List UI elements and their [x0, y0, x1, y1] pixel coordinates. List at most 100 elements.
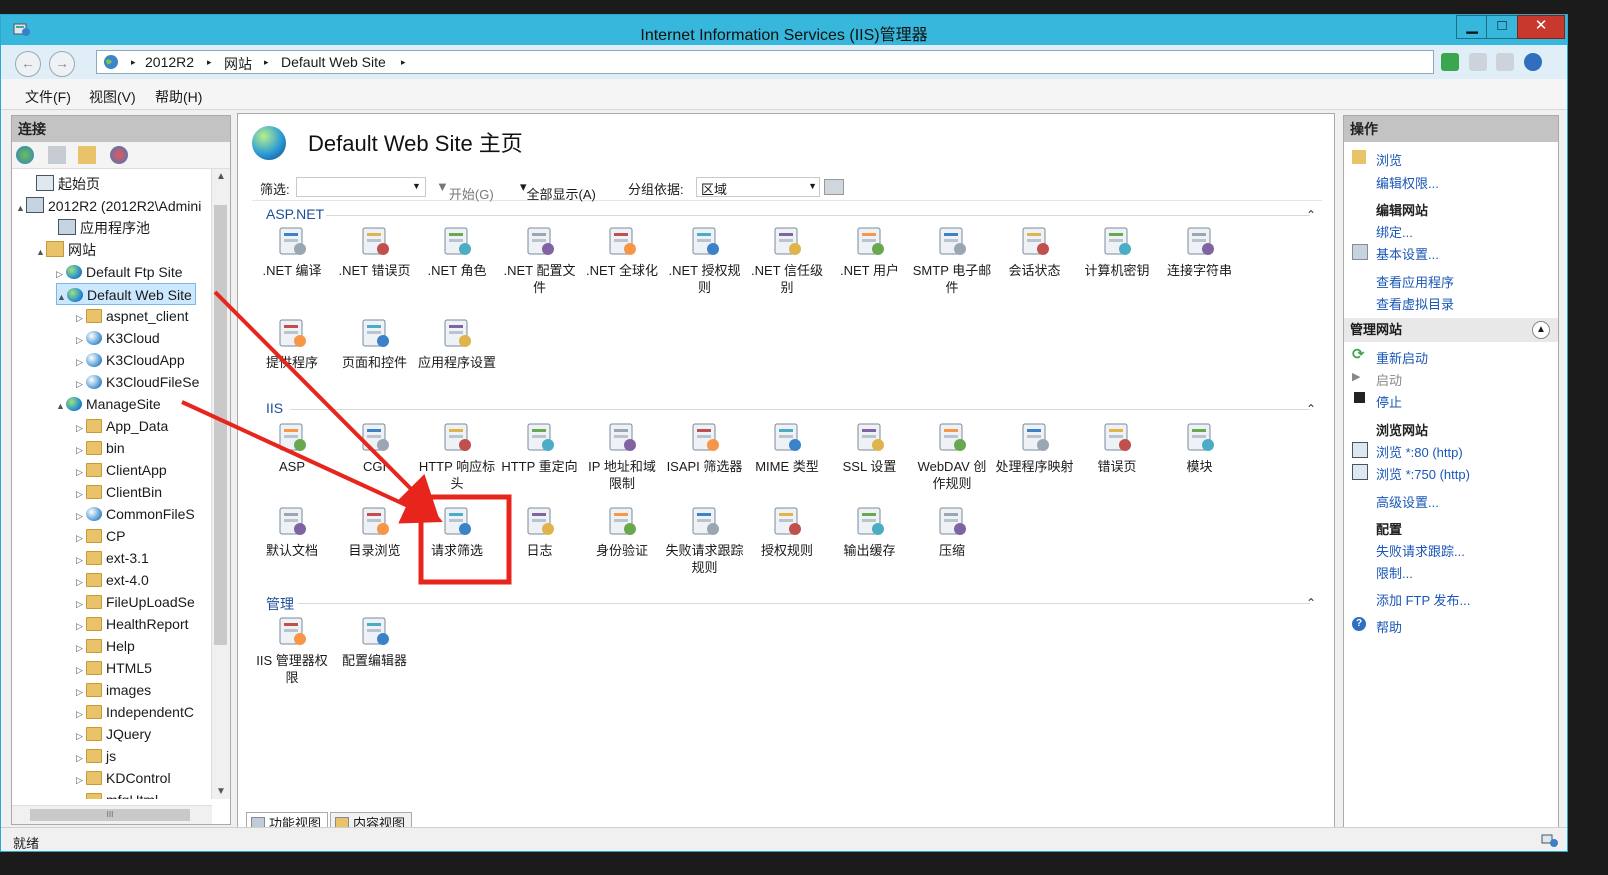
- breadcrumb-sites[interactable]: 网站: [224, 54, 252, 74]
- tree-expander-icon[interactable]: ▷: [76, 593, 86, 615]
- tree-expander-icon[interactable]: ▷: [76, 615, 86, 637]
- tree-vertical-scrollbar[interactable]: ▲ ▼: [211, 169, 230, 799]
- tree-expander-icon[interactable]: ▷: [76, 637, 86, 659]
- breadcrumb-site[interactable]: Default Web Site: [281, 54, 386, 70]
- feature-item[interactable]: SSL 设置: [830, 420, 910, 475]
- tree-node[interactable]: ▷ mfgHtml: [76, 789, 158, 799]
- feature-item[interactable]: .NET 配置文件: [500, 224, 580, 296]
- tree-node[interactable]: ▷ ClientBin: [76, 481, 162, 503]
- feature-item[interactable]: 错误页: [1077, 420, 1157, 475]
- feature-item[interactable]: .NET 信任级别: [747, 224, 827, 296]
- feature-item[interactable]: SMTP 电子邮件: [912, 224, 992, 296]
- feature-item[interactable]: .NET 用户: [830, 224, 910, 279]
- tree-expander-icon[interactable]: ▷: [76, 505, 86, 527]
- tree-node[interactable]: ▲ Default Web Site: [56, 283, 196, 305]
- feature-item[interactable]: 失败请求跟踪规则: [665, 504, 745, 576]
- tree-node[interactable]: ▷ js: [76, 745, 116, 767]
- tree-node[interactable]: ▷ K3CloudApp: [76, 349, 185, 371]
- feature-item[interactable]: 页面和控件: [335, 316, 415, 371]
- feature-item[interactable]: 连接字符串: [1160, 224, 1240, 279]
- maximize-button[interactable]: □: [1486, 15, 1518, 39]
- action-help[interactable]: 帮助: [1376, 617, 1402, 636]
- breadcrumb[interactable]: ▸ 2012R2 ▸ 网站 ▸ Default Web Site ▸: [96, 50, 1434, 74]
- feature-item[interactable]: IIS 管理器权限: [252, 614, 332, 686]
- feature-item[interactable]: .NET 授权规则: [665, 224, 745, 296]
- action-restart[interactable]: 重新启动: [1376, 348, 1428, 367]
- menu-view[interactable]: 视图(V): [89, 87, 136, 107]
- feature-item[interactable]: 请求筛选: [417, 504, 497, 559]
- action-failed-request-tracing[interactable]: 失败请求跟踪...: [1376, 541, 1465, 560]
- section-collapse-icon[interactable]: ⌃: [1306, 402, 1316, 416]
- action-limits[interactable]: 限制...: [1376, 563, 1413, 582]
- tree-node[interactable]: ▷ ext-4.0: [76, 569, 149, 591]
- feature-item[interactable]: WebDAV 创作规则: [912, 420, 992, 492]
- feature-item[interactable]: IP 地址和域限制: [582, 420, 662, 492]
- help-icon[interactable]: [1523, 53, 1542, 71]
- feature-item[interactable]: HTTP 重定向: [500, 420, 580, 475]
- tree-expander-icon[interactable]: ▲: [57, 286, 67, 308]
- tree-expander-icon[interactable]: ▷: [76, 725, 86, 747]
- tree-expander-icon[interactable]: ▷: [76, 417, 86, 439]
- action-start[interactable]: 启动: [1376, 370, 1402, 389]
- feature-item[interactable]: MIME 类型: [747, 420, 827, 475]
- feature-item[interactable]: 提供程序: [252, 316, 332, 371]
- tree-expander-icon[interactable]: ▲: [36, 241, 46, 263]
- feature-item[interactable]: 处理程序映射: [995, 420, 1075, 475]
- tree-node[interactable]: ▷ Default Ftp Site: [56, 261, 183, 283]
- feature-item[interactable]: 模块: [1160, 420, 1240, 475]
- action-add-ftp[interactable]: 添加 FTP 发布...: [1376, 590, 1470, 609]
- feature-item[interactable]: .NET 编译: [252, 224, 332, 279]
- action-edit-permissions[interactable]: 编辑权限...: [1376, 173, 1439, 192]
- tree-node[interactable]: ▷ JQuery: [76, 723, 151, 745]
- feature-item[interactable]: 授权规则: [747, 504, 827, 559]
- tree-expander-icon[interactable]: ▷: [76, 769, 86, 791]
- tree-expander-icon[interactable]: ▲: [56, 395, 66, 417]
- home-icon[interactable]: [1496, 53, 1515, 71]
- tree-expander-icon[interactable]: ▷: [76, 747, 86, 769]
- connect-icon[interactable]: [16, 146, 34, 164]
- feature-item[interactable]: .NET 全球化: [582, 224, 662, 279]
- tree-node[interactable]: ▷ K3CloudFileSe: [76, 371, 199, 393]
- save-icon[interactable]: [48, 146, 66, 164]
- action-basic-settings[interactable]: 基本设置...: [1376, 244, 1439, 263]
- tree-expander-icon[interactable]: ▷: [76, 461, 86, 483]
- action-bindings[interactable]: 绑定...: [1376, 222, 1413, 241]
- tree-node[interactable]: ▷ HealthReport: [76, 613, 189, 635]
- feature-item[interactable]: 配置编辑器: [335, 614, 415, 669]
- tree-node[interactable]: ▷ HTML5: [76, 657, 152, 679]
- action-advanced-settings[interactable]: 高级设置...: [1376, 492, 1439, 511]
- action-browse[interactable]: 浏览: [1376, 150, 1402, 169]
- tree-expander-icon[interactable]: ▷: [76, 549, 86, 571]
- feature-item[interactable]: 压缩: [912, 504, 992, 559]
- tree-node[interactable]: ▷ ext-3.1: [76, 547, 149, 569]
- action-view-virtual-dirs[interactable]: 查看虚拟目录: [1376, 294, 1454, 313]
- tree-expander-icon[interactable]: ▷: [76, 373, 86, 395]
- up-folder-icon[interactable]: [78, 146, 96, 164]
- tree-expander-icon[interactable]: ▷: [76, 791, 86, 799]
- feature-item[interactable]: 日志: [500, 504, 580, 559]
- stop-icon[interactable]: [1468, 53, 1487, 71]
- tree-expander-icon[interactable]: ▷: [76, 659, 86, 681]
- manage-site-group[interactable]: 管理网站 ▲: [1344, 318, 1558, 342]
- start-button[interactable]: ▼ 开始(G): [436, 179, 494, 202]
- feature-item[interactable]: 应用程序设置: [417, 316, 497, 371]
- feature-item[interactable]: ASP: [252, 420, 332, 475]
- tree-node[interactable]: ▲ 网站: [36, 239, 96, 261]
- action-view-applications[interactable]: 查看应用程序: [1376, 272, 1454, 291]
- action-browse-750[interactable]: 浏览 *:750 (http): [1376, 464, 1470, 483]
- back-button[interactable]: ←: [15, 51, 41, 77]
- tree-expander-icon[interactable]: ▷: [76, 681, 86, 703]
- tree-node[interactable]: ▷ IndependentC: [76, 701, 194, 723]
- tree-expander-icon[interactable]: ▷: [76, 307, 86, 329]
- tree-node[interactable]: ▷ KDControl: [76, 767, 171, 789]
- feature-item[interactable]: .NET 角色: [417, 224, 497, 279]
- tree-expander-icon[interactable]: ▷: [76, 439, 86, 461]
- tree-expander-icon[interactable]: ▷: [76, 351, 86, 373]
- feature-item[interactable]: 默认文档: [252, 504, 332, 559]
- group-by-select[interactable]: 区域 ▼: [696, 177, 820, 197]
- section-collapse-icon[interactable]: ⌃: [1306, 208, 1316, 222]
- feature-item[interactable]: ISAPI 筛选器: [665, 420, 745, 475]
- tree-node[interactable]: ▷ CP: [76, 525, 125, 547]
- forward-button[interactable]: →: [49, 51, 75, 77]
- tree-node[interactable]: ▷ K3Cloud: [76, 327, 160, 349]
